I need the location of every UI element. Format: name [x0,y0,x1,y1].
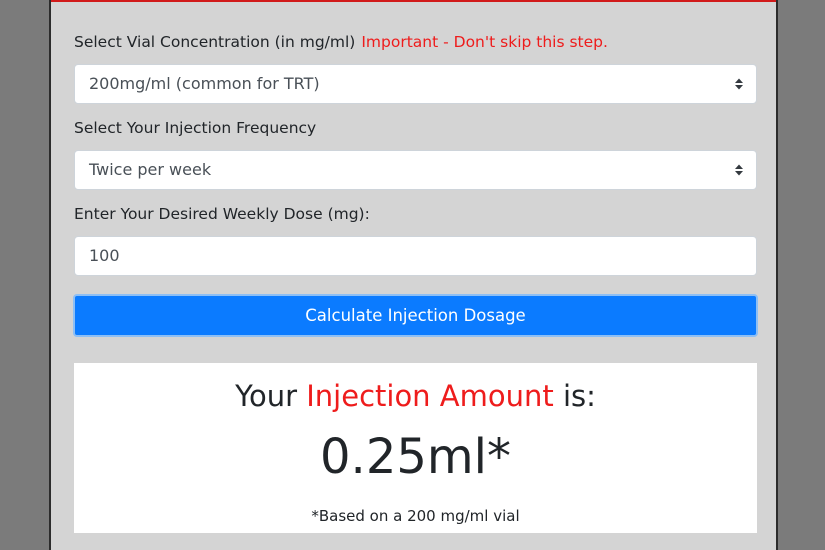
calculate-button[interactable]: Calculate Injection Dosage [73,294,758,337]
concentration-warning: Important - Don't skip this step. [361,33,608,51]
frequency-select-value: Twice per week [89,160,212,179]
concentration-select-value: 200mg/ml (common for TRT) [89,74,320,93]
panel-top-accent [51,0,776,2]
chevron-up-down-icon [735,78,743,90]
result-heading-accent: Injection Amount [306,379,554,413]
result-heading: Your Injection Amount is: [74,379,757,413]
concentration-select[interactable]: 200mg/ml (common for TRT) [74,64,757,104]
dose-label: Enter Your Desired Weekly Dose (mg): [74,205,370,223]
weekly-dose-input[interactable]: 100 [74,236,757,276]
weekly-dose-value: 100 [89,246,120,265]
result-footnote: *Based on a 200 mg/ml vial [311,507,520,525]
calculator-panel: Select Vial Concentration (in mg/ml) Impo… [49,0,778,550]
injection-amount-value: 0.25ml* [320,429,511,485]
result-heading-prefix: Your [235,379,307,413]
concentration-label: Select Vial Concentration (in mg/ml) [74,33,356,51]
result-heading-suffix: is: [553,379,596,413]
frequency-select[interactable]: Twice per week [74,150,757,190]
chevron-up-down-icon [735,164,743,176]
concentration-label-row: Select Vial Concentration (in mg/ml) Impo… [74,33,608,51]
frequency-label: Select Your Injection Frequency [74,119,317,137]
result-card: Your Injection Amount is: 0.25ml* *Based… [74,363,757,533]
